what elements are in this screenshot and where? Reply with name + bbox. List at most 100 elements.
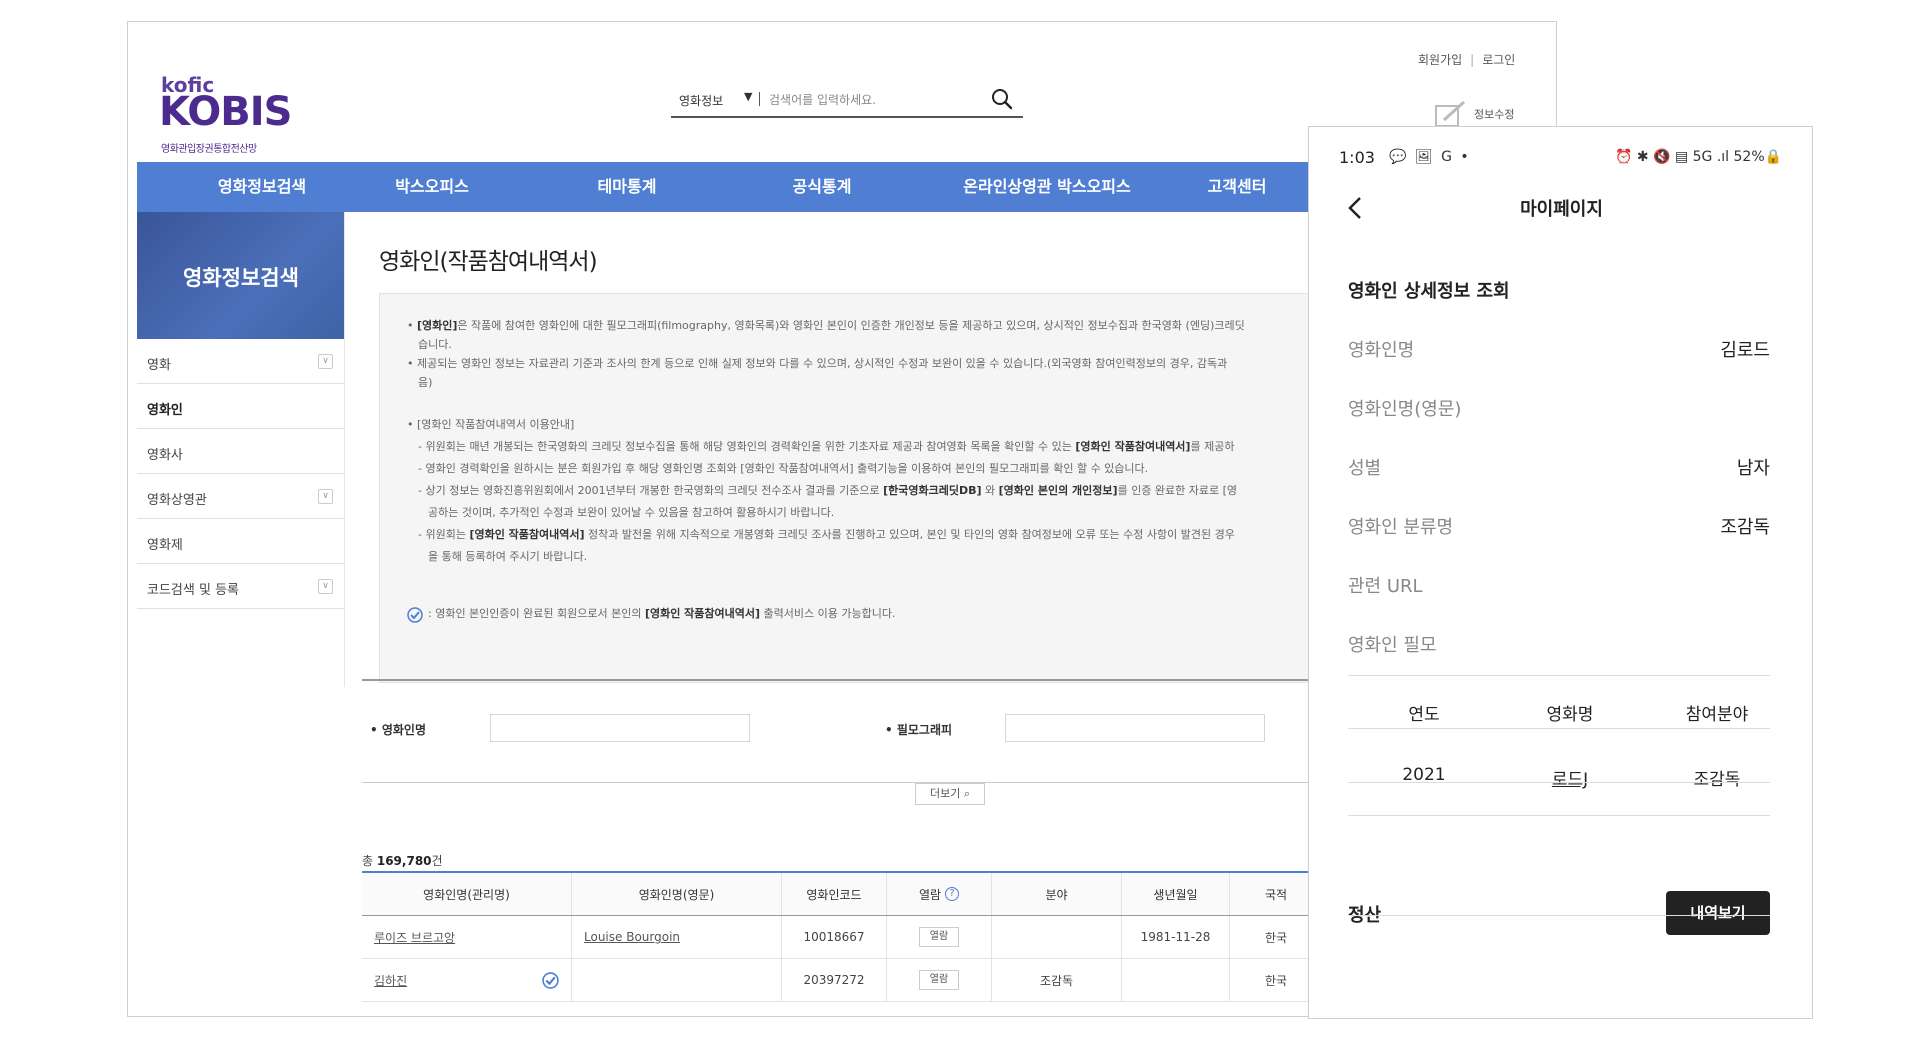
notice-line-9: 공하는 것이며, 추가적인 수정과 보완이 있어날 수 있음을 참고하여 활용하… xyxy=(428,506,835,519)
table-header: 영화인명(관리명) 영화인명(영문) 영화인코드 열람? 분야 생년월일 국적 xyxy=(362,871,1322,916)
nav-box-office[interactable]: 박스오피스 xyxy=(347,162,517,212)
sidebar-item-code-search[interactable]: 코드검색 및 등록 ∨ xyxy=(137,564,345,609)
cell-view: 열람 xyxy=(887,959,992,1001)
nav-online-box-office[interactable]: 온라인상영관 박스오피스 xyxy=(937,162,1157,212)
total-number: 169,780 xyxy=(376,854,432,868)
notice-line-6: - 위원회는 매년 개봉되는 한국영화의 크레딧 정보수집을 통해 해당 영화인… xyxy=(418,436,1234,458)
cell-field: 조감독 xyxy=(992,959,1122,1001)
search-category[interactable]: 영화정보 xyxy=(679,92,723,109)
dropdown-arrow-icon[interactable]: ▼ xyxy=(744,90,752,103)
sidebar-item-festival[interactable]: 영화제 xyxy=(137,519,345,564)
more-button[interactable]: 더보기 ⌕ xyxy=(915,783,985,805)
view-history-button[interactable]: 내역보기 xyxy=(1666,891,1770,935)
status-notification-icons: 💬 🖼 G • xyxy=(1389,149,1471,165)
nav-movie-search[interactable]: 영화정보검색 xyxy=(177,162,347,212)
sidebar-item-label: 영화인 xyxy=(147,403,183,418)
cell-name-en: Louise Bourgoin xyxy=(572,916,782,958)
cell-name: 루이즈 브르고앙 xyxy=(362,916,572,958)
sidebar-divider xyxy=(344,212,345,687)
filmo-header-title: 영화명 xyxy=(1546,705,1594,725)
edit-info-label: 정보수정 xyxy=(1474,108,1515,121)
sidebar-item-company[interactable]: 영화사 xyxy=(137,429,345,474)
field-row-name-en: 영화인명(영문) xyxy=(1348,395,1770,425)
section-divider xyxy=(1348,815,1770,816)
field-label: 영화인 필모 xyxy=(1348,635,1437,656)
sidebar-item-movie[interactable]: 영화 ∨ xyxy=(137,339,345,384)
chevron-down-icon[interactable]: ∨ xyxy=(318,354,333,369)
nav-theme-stats[interactable]: 테마통계 xyxy=(542,162,712,212)
notice-text: 출력서비스 이용 가능합니다. xyxy=(760,607,896,620)
notice-line-5: • [영화인 작품참여내역서 이용안내] xyxy=(407,418,575,431)
settlement-label: 정산 xyxy=(1348,905,1382,926)
filmmaker-name-link[interactable]: 루이즈 브르고앙 xyxy=(374,929,455,946)
field-row-name: 영화인명 김로드 xyxy=(1348,336,1770,366)
view-button[interactable]: 열람 xyxy=(919,927,959,947)
mobile-screenshot: 1:03 💬 🖼 G • ⏰ ✱ 🔇 ▤ 5G .ıl 52%🔒 마이페이지 영… xyxy=(1308,126,1813,1019)
cell-field xyxy=(992,916,1122,958)
total-prefix: 총 xyxy=(362,854,377,868)
cell-view: 열람 xyxy=(887,916,992,958)
notice-text: - 상기 정보는 영화진흥위원회에서 2001년부터 개봉한 한국영화의 크레딧… xyxy=(418,484,884,497)
section-title: 영화인 상세정보 조회 xyxy=(1348,281,1510,302)
notice-line-12: : 영화인 본인인증이 완료된 회원으로서 본인의 [영화인 작품참여내역서] … xyxy=(428,603,896,625)
sidebar-item-label: 영화제 xyxy=(147,538,183,553)
col-view: 열람? xyxy=(887,873,992,915)
nav-official-stats[interactable]: 공식통계 xyxy=(737,162,907,212)
more-button-label: 더보기 xyxy=(929,787,961,800)
kobis-logo[interactable]: kofic KOBIS 영화관입장권통합전산망 xyxy=(159,73,311,163)
filmography-input[interactable] xyxy=(1005,714,1265,742)
filmmaker-name-input[interactable] xyxy=(490,714,750,742)
filmography-label: • 필모그래피 xyxy=(885,723,953,737)
join-link[interactable]: 회원가입 xyxy=(1418,53,1462,67)
page-title: 영화인(작품참여내역서) xyxy=(379,249,598,275)
notice-text: 정착과 발전을 위해 지속적으로 개봉영화 크레딧 조사를 진행하고 있으며, … xyxy=(584,528,1235,541)
nav-customer-center[interactable]: 고객센터 xyxy=(1167,162,1307,212)
col-name-en: 영화인명(영문) xyxy=(572,873,782,915)
filmmaker-name-link[interactable]: 김하진 xyxy=(374,972,407,989)
notice-line-1: • [영화인]은 작품에 참여한 영화인에 대한 필모그래피(filmograp… xyxy=(407,315,1245,337)
sidebar-item-label: 영화 xyxy=(147,358,171,373)
search-icon[interactable] xyxy=(989,86,1015,112)
filmo-role: 조감독 xyxy=(1693,770,1741,790)
filmmaker-name-en-link[interactable]: Louise Bourgoin xyxy=(584,930,680,944)
total-suffix: 건 xyxy=(431,854,443,868)
notice-line-10: - 위원회는 [영화인 작품참여내역서] 정착과 발전을 위해 지속적으로 개봉… xyxy=(418,524,1235,546)
search-icon: ⌕ xyxy=(963,787,971,800)
notice-line-7: - 영화인 경력확인을 원하시는 분은 회원가입 후 해당 영화인명 조회와 [… xyxy=(418,462,1149,475)
sidebar-item-label: 영화상영관 xyxy=(147,493,207,508)
notice-text: 를 인증 완료한 자료로 [영 xyxy=(1117,484,1238,497)
notice-line-8: - 상기 정보는 영화진흥위원회에서 2001년부터 개봉한 한국영화의 크레딧… xyxy=(418,480,1237,502)
sidebar-item-theater[interactable]: 영화상영관 ∨ xyxy=(137,474,345,519)
field-row-filmo: 영화인 필모 xyxy=(1348,631,1770,661)
verified-check-icon xyxy=(542,972,559,989)
notice-text: - 위원회는 매년 개봉되는 한국영화의 크레딧 정보수집을 통해 해당 영화인… xyxy=(418,440,1076,453)
status-system-icons: ⏰ ✱ 🔇 ▤ 5G .ıl 52%🔒 xyxy=(1615,149,1783,165)
notice-text: - 위원회는 xyxy=(418,528,470,541)
sidebar-item-label: 코드검색 및 등록 xyxy=(147,583,239,598)
sidebar-menu: 영화 ∨ 영화인 영화사 영화상영관 ∨ 영화제 코드검색 및 등록 ∨ xyxy=(137,339,345,609)
search-input[interactable] xyxy=(769,89,979,111)
col-field: 분야 xyxy=(992,873,1122,915)
cell-name: 김하진 xyxy=(362,959,572,1001)
chevron-down-icon[interactable]: ∨ xyxy=(318,489,333,504)
notice-bold: [영화인 본인의 개인정보] xyxy=(998,484,1118,497)
filmo-header-border xyxy=(1348,728,1770,729)
notice-text: : 영화인 본인인증이 완료된 회원으로서 본인의 xyxy=(428,607,645,620)
mypage-title: 마이페이지 xyxy=(1520,199,1603,220)
field-value: 김로드 xyxy=(1720,340,1770,361)
notice-text: 를 제공하 xyxy=(1190,440,1235,453)
col-birth: 생년월일 xyxy=(1122,873,1230,915)
notice-bold: [영화인 작품참여내역서] xyxy=(469,528,585,541)
field-label: 성별 xyxy=(1348,458,1382,479)
field-row-url: 관련 URL xyxy=(1348,572,1770,602)
status-time: 1:03 xyxy=(1339,148,1375,167)
view-button[interactable]: 열람 xyxy=(919,970,959,990)
login-link[interactable]: 로그인 xyxy=(1482,53,1515,67)
chevron-down-icon[interactable]: ∨ xyxy=(318,579,333,594)
sidebar-item-filmmaker[interactable]: 영화인 xyxy=(137,384,345,429)
col-code: 영화인코드 xyxy=(782,873,887,915)
field-label: 영화인 분류명 xyxy=(1348,517,1454,538)
filmo-title-link[interactable]: 로드J xyxy=(1552,770,1588,790)
help-icon[interactable]: ? xyxy=(945,887,960,901)
filmmaker-table: 영화인명(관리명) 영화인명(영문) 영화인코드 열람? 분야 생년월일 국적 … xyxy=(362,871,1322,1002)
